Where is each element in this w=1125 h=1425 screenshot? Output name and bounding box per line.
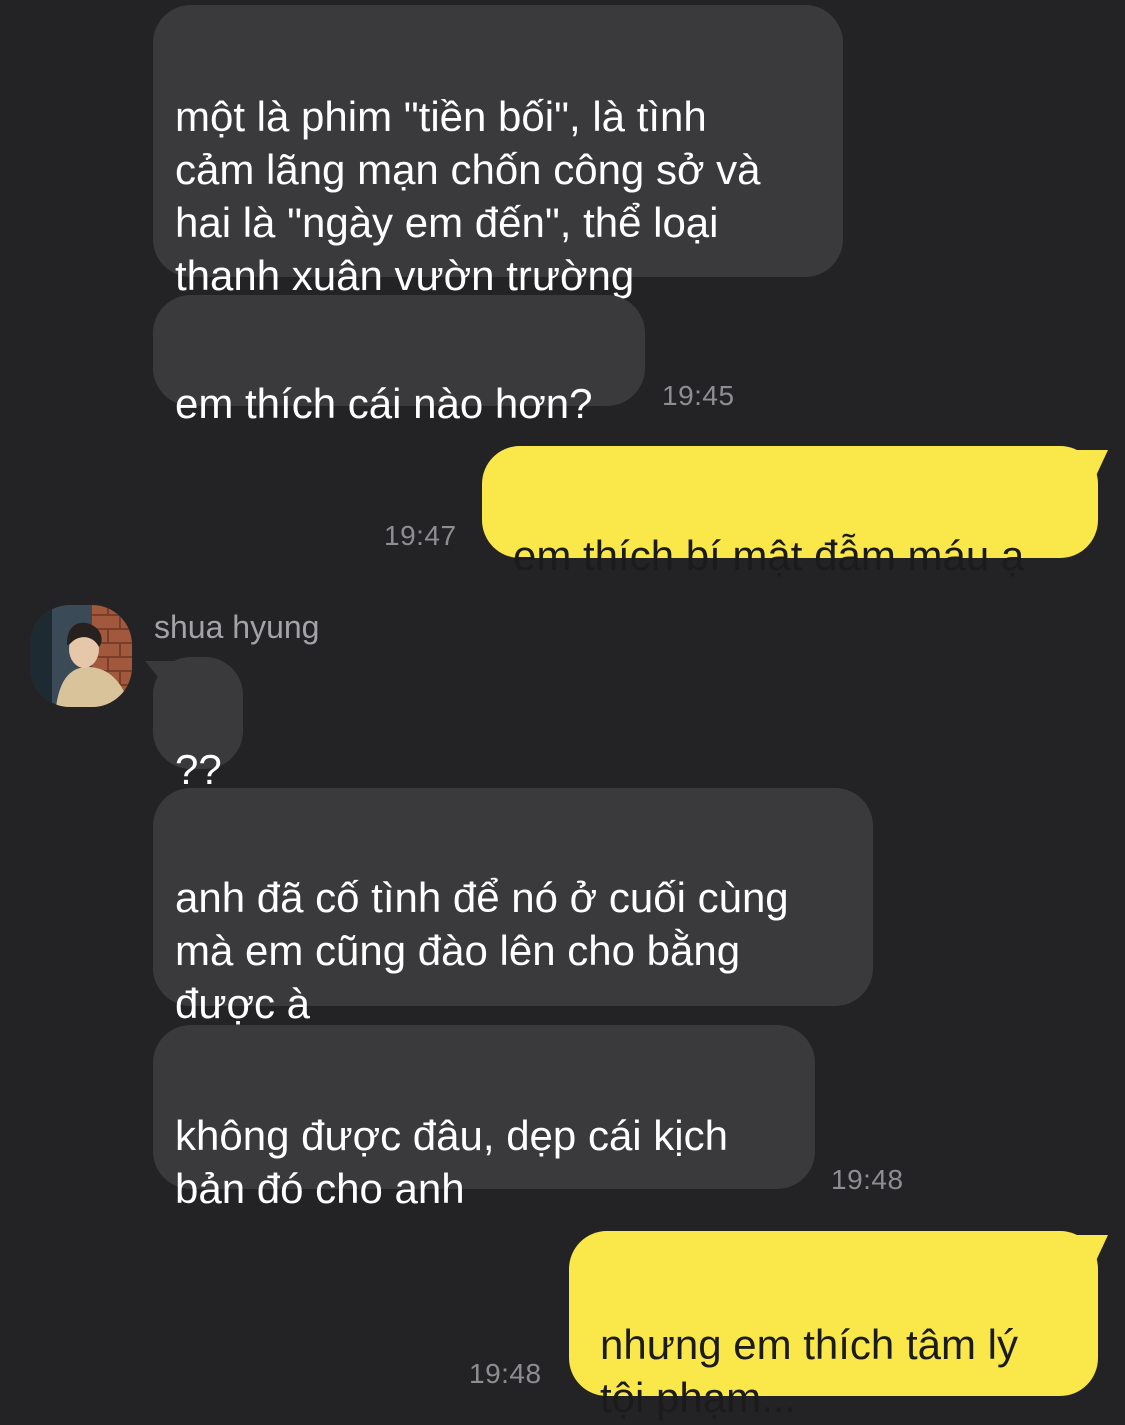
message-timestamp: 19:48 [469, 1358, 542, 1389]
message-bubble-incoming[interactable]: anh đã cố tình để nó ở cuối cùng mà em c… [153, 788, 873, 1027]
message-text: em thích cái nào hơn? [175, 380, 593, 427]
message-text: không được đâu, dẹp cái kịch bản đó cho … [175, 1112, 728, 1212]
contact-avatar[interactable] [30, 605, 132, 707]
message-bubble-outgoing[interactable]: em thích bí mật đẫm máu ạ [482, 446, 1098, 579]
message-bubble-incoming[interactable]: không được đâu, dẹp cái kịch bản đó cho … [153, 1025, 815, 1212]
message-text: ?? [175, 746, 222, 793]
message-bubble-incoming[interactable]: một là phim "tiền bối", là tình cảm lãng… [153, 5, 843, 299]
message-bubble-incoming[interactable]: ?? [153, 657, 243, 793]
message-text: nhưng em thích tâm lý tội phạm... [600, 1321, 1018, 1421]
message-bubble-outgoing[interactable]: nhưng em thích tâm lý tội phạm... [569, 1231, 1098, 1421]
message-text: anh đã cố tình để nó ở cuối cùng mà em c… [175, 874, 789, 1027]
sender-name: shua hyung [154, 609, 320, 645]
message-timestamp: 19:48 [831, 1164, 904, 1195]
message-bubble-incoming[interactable]: em thích cái nào hơn? [153, 295, 645, 427]
message-text: em thích bí mật đẫm máu ạ [513, 532, 1025, 579]
message-timestamp: 19:47 [384, 520, 457, 551]
avatar-image [30, 605, 132, 707]
bubble-tail-outgoing [1070, 450, 1108, 480]
message-text: một là phim "tiền bối", là tình cảm lãng… [175, 93, 761, 299]
bubble-tail-outgoing [1070, 1235, 1108, 1265]
message-timestamp: 19:45 [662, 380, 735, 411]
